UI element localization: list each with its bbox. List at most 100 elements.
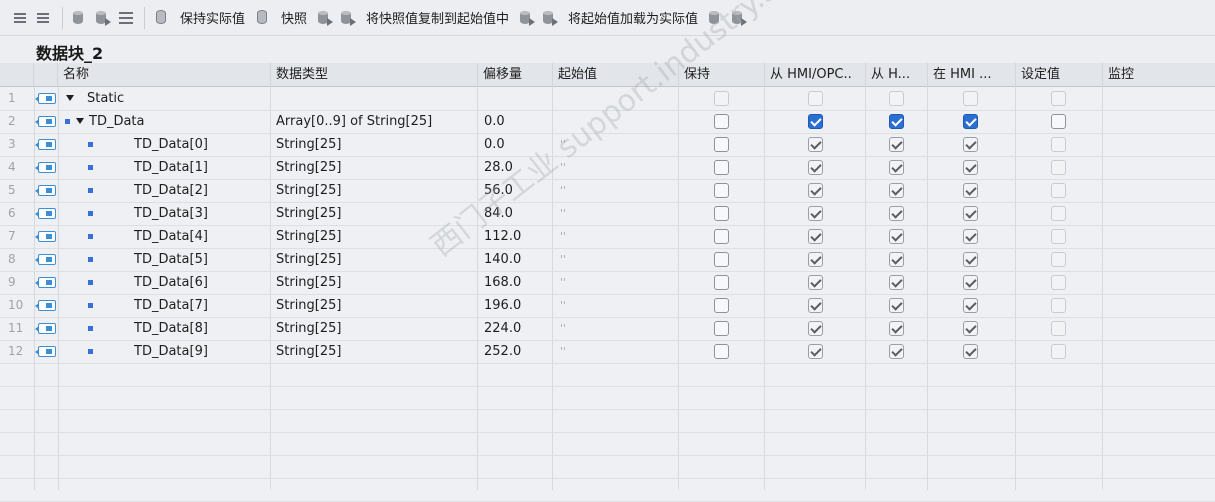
variable-name[interactable]: TD_Data[4] (134, 225, 208, 248)
start-value[interactable]: '' (560, 133, 566, 156)
hmi-opc-checkbox[interactable] (808, 160, 823, 175)
table-row[interactable]: 5 TD_Data[2] String[25] 56.0 '' (0, 179, 1215, 202)
load-snapshot-icon[interactable] (707, 8, 726, 27)
start-value[interactable]: '' (560, 179, 566, 202)
start-value[interactable]: '' (560, 225, 566, 248)
retain-checkbox[interactable] (714, 137, 729, 152)
in-hmi-checkbox[interactable] (963, 252, 978, 267)
data-type[interactable]: String[25] (276, 248, 341, 271)
setpoint-checkbox[interactable] (1051, 252, 1066, 267)
start-value[interactable]: '' (560, 340, 566, 363)
data-type[interactable]: String[25] (276, 179, 341, 202)
in-hmi-checkbox[interactable] (963, 298, 978, 313)
hmi-opc-checkbox[interactable] (808, 114, 823, 129)
hmi-opc-checkbox[interactable] (808, 344, 823, 359)
in-hmi-checkbox[interactable] (963, 91, 978, 106)
from-hmi-checkbox[interactable] (889, 91, 904, 106)
copy-snapshot-alt-icon[interactable] (339, 8, 358, 27)
add-row-icon[interactable] (35, 8, 54, 27)
table-row[interactable]: 8 TD_Data[5] String[25] 140.0 '' (0, 248, 1215, 271)
table-row[interactable]: 2 TD_Data Array[0..9] of String[25] 0.0 (0, 110, 1215, 133)
header-monitor[interactable]: 监控 (1103, 63, 1215, 86)
start-value[interactable]: '' (560, 317, 566, 340)
collapse-all-icon[interactable] (94, 8, 113, 27)
in-hmi-checkbox[interactable] (963, 206, 978, 221)
from-hmi-checkbox[interactable] (889, 137, 904, 152)
variable-name[interactable]: TD_Data[5] (134, 248, 208, 271)
load-start-alt-icon[interactable] (541, 8, 560, 27)
setpoint-checkbox[interactable] (1051, 160, 1066, 175)
variable-name[interactable]: Static (87, 87, 124, 110)
from-hmi-checkbox[interactable] (889, 114, 904, 129)
start-value[interactable]: '' (560, 248, 566, 271)
insert-row-icon[interactable] (12, 8, 31, 27)
retain-checkbox[interactable] (714, 91, 729, 106)
monitor-icon[interactable] (153, 8, 172, 27)
setpoint-checkbox[interactable] (1051, 275, 1066, 290)
data-type[interactable]: String[25] (276, 317, 341, 340)
variable-name[interactable]: TD_Data[0] (134, 133, 208, 156)
retain-checkbox[interactable] (714, 229, 729, 244)
variable-name[interactable]: TD_Data[2] (134, 179, 208, 202)
load-snapshot-alt-icon[interactable] (730, 8, 749, 27)
data-type[interactable]: String[25] (276, 156, 341, 179)
table-row[interactable]: 9 TD_Data[6] String[25] 168.0 '' (0, 271, 1215, 294)
from-hmi-checkbox[interactable] (889, 252, 904, 267)
hmi-opc-checkbox[interactable] (808, 91, 823, 106)
retain-checkbox[interactable] (714, 344, 729, 359)
from-hmi-checkbox[interactable] (889, 321, 904, 336)
header-name[interactable]: 名称 (58, 63, 271, 86)
retain-checkbox[interactable] (714, 183, 729, 198)
retain-checkbox[interactable] (714, 206, 729, 221)
load-start-icon[interactable] (518, 8, 537, 27)
table-row[interactable]: 11 TD_Data[8] String[25] 224.0 '' (0, 317, 1215, 340)
snapshot-db-icon[interactable] (254, 8, 273, 27)
variable-name[interactable]: TD_Data (89, 110, 145, 133)
data-type[interactable]: Array[0..9] of String[25] (276, 110, 432, 133)
retain-checkbox[interactable] (714, 298, 729, 313)
data-type[interactable]: String[25] (276, 271, 341, 294)
setpoint-checkbox[interactable] (1051, 91, 1066, 106)
table-row[interactable]: 4 TD_Data[1] String[25] 28.0 '' (0, 156, 1215, 179)
setpoint-checkbox[interactable] (1051, 344, 1066, 359)
in-hmi-checkbox[interactable] (963, 183, 978, 198)
setpoint-checkbox[interactable] (1051, 137, 1066, 152)
start-value[interactable]: '' (560, 156, 566, 179)
variable-name[interactable]: TD_Data[9] (134, 340, 208, 363)
data-type[interactable]: String[25] (276, 225, 341, 248)
snapshot-button[interactable]: 快照 (281, 8, 307, 27)
header-data-type[interactable]: 数据类型 (271, 63, 478, 86)
setpoint-checkbox[interactable] (1051, 183, 1066, 198)
table-row[interactable]: 1 Static (0, 87, 1215, 110)
hmi-opc-checkbox[interactable] (808, 298, 823, 313)
table-row[interactable]: 12 TD_Data[9] String[25] 252.0 '' (0, 340, 1215, 363)
data-type[interactable]: String[25] (276, 202, 341, 225)
table-row[interactable]: 7 TD_Data[4] String[25] 112.0 '' (0, 225, 1215, 248)
setpoint-checkbox[interactable] (1051, 114, 1066, 129)
in-hmi-checkbox[interactable] (963, 275, 978, 290)
variable-name[interactable]: TD_Data[7] (134, 294, 208, 317)
in-hmi-checkbox[interactable] (963, 321, 978, 336)
hmi-opc-checkbox[interactable] (808, 183, 823, 198)
setpoint-checkbox[interactable] (1051, 298, 1066, 313)
keep-actual-values-button[interactable]: 保持实际值 (180, 8, 245, 27)
setpoint-checkbox[interactable] (1051, 321, 1066, 336)
retain-checkbox[interactable] (714, 275, 729, 290)
in-hmi-checkbox[interactable] (963, 114, 978, 129)
hmi-opc-checkbox[interactable] (808, 252, 823, 267)
in-hmi-checkbox[interactable] (963, 344, 978, 359)
header-retain[interactable]: 保持 (679, 63, 765, 86)
hmi-opc-checkbox[interactable] (808, 275, 823, 290)
in-hmi-checkbox[interactable] (963, 160, 978, 175)
from-hmi-checkbox[interactable] (889, 183, 904, 198)
variable-name[interactable]: TD_Data[3] (134, 202, 208, 225)
hmi-opc-checkbox[interactable] (808, 229, 823, 244)
header-from-h[interactable]: 从 H... (866, 63, 928, 86)
table-row[interactable]: 6 TD_Data[3] String[25] 84.0 '' (0, 202, 1215, 225)
start-value[interactable]: '' (560, 271, 566, 294)
expand-toggle-icon[interactable] (66, 95, 74, 101)
retain-checkbox[interactable] (714, 114, 729, 129)
header-offset[interactable]: 偏移量 (478, 63, 553, 86)
setpoint-checkbox[interactable] (1051, 229, 1066, 244)
table-row[interactable]: 10 TD_Data[7] String[25] 196.0 '' (0, 294, 1215, 317)
